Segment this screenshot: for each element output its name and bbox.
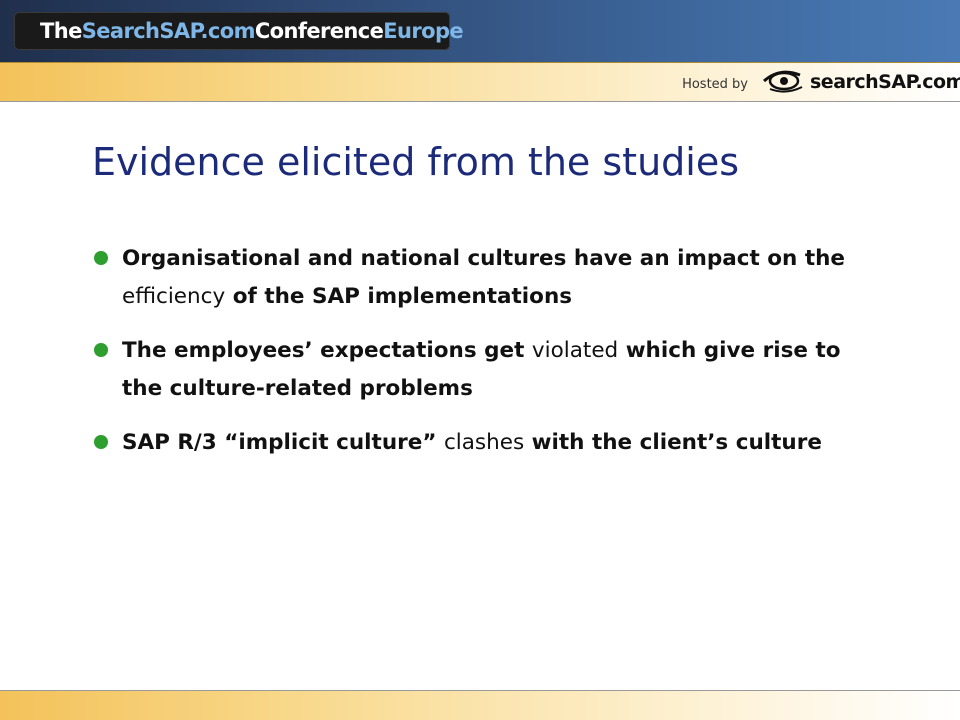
- searchsap-logo: searchSAP.com: [762, 67, 960, 97]
- bullet-item: Organisational and national cultures hav…: [92, 240, 872, 316]
- bullet-dot-icon: [94, 251, 108, 265]
- bullet-item: The employees’ expectations get violated…: [92, 332, 872, 408]
- bullet-dot-icon: [94, 435, 108, 449]
- banner-text-searchsap: SearchSAP.com: [81, 19, 256, 43]
- slide-title: Evidence elicited from the studies: [92, 140, 740, 184]
- bullet-text-bold: Organisational and national cultures hav…: [122, 246, 846, 271]
- eye-logo-icon: [762, 65, 808, 99]
- logo-wordmark: searchSAP.com: [810, 71, 960, 93]
- bullet-text-bold: of the SAP implementations: [225, 284, 573, 309]
- bullet-text-plain: efficiency: [122, 284, 226, 309]
- bullet-text-plain: clashes: [443, 430, 525, 455]
- hosted-by-label: Hosted by: [682, 77, 748, 92]
- hosted-by-band: Hosted by searchSAP.com: [0, 62, 960, 102]
- bullet-text-bold: with the client’s culture: [524, 430, 822, 455]
- footer-band: [0, 690, 960, 720]
- banner-text-europe: Europe: [383, 19, 464, 43]
- bullet-list: Organisational and national cultures hav…: [92, 240, 872, 478]
- bullet-item: SAP R/3 “implicit culture” clashes with …: [92, 424, 872, 462]
- banner-text-conference: Conference: [254, 19, 384, 43]
- bullet-text-plain: violated: [531, 338, 619, 363]
- bullet-text-bold: SAP R/3 “implicit culture”: [122, 430, 444, 455]
- bullet-dot-icon: [94, 343, 108, 357]
- banner-text-the: The: [40, 19, 82, 43]
- conference-banner: The SearchSAP.com Conference Europe: [14, 12, 464, 50]
- top-header-band: The SearchSAP.com Conference Europe: [0, 0, 960, 62]
- bullet-text-bold: The employees’ expectations get: [122, 338, 532, 363]
